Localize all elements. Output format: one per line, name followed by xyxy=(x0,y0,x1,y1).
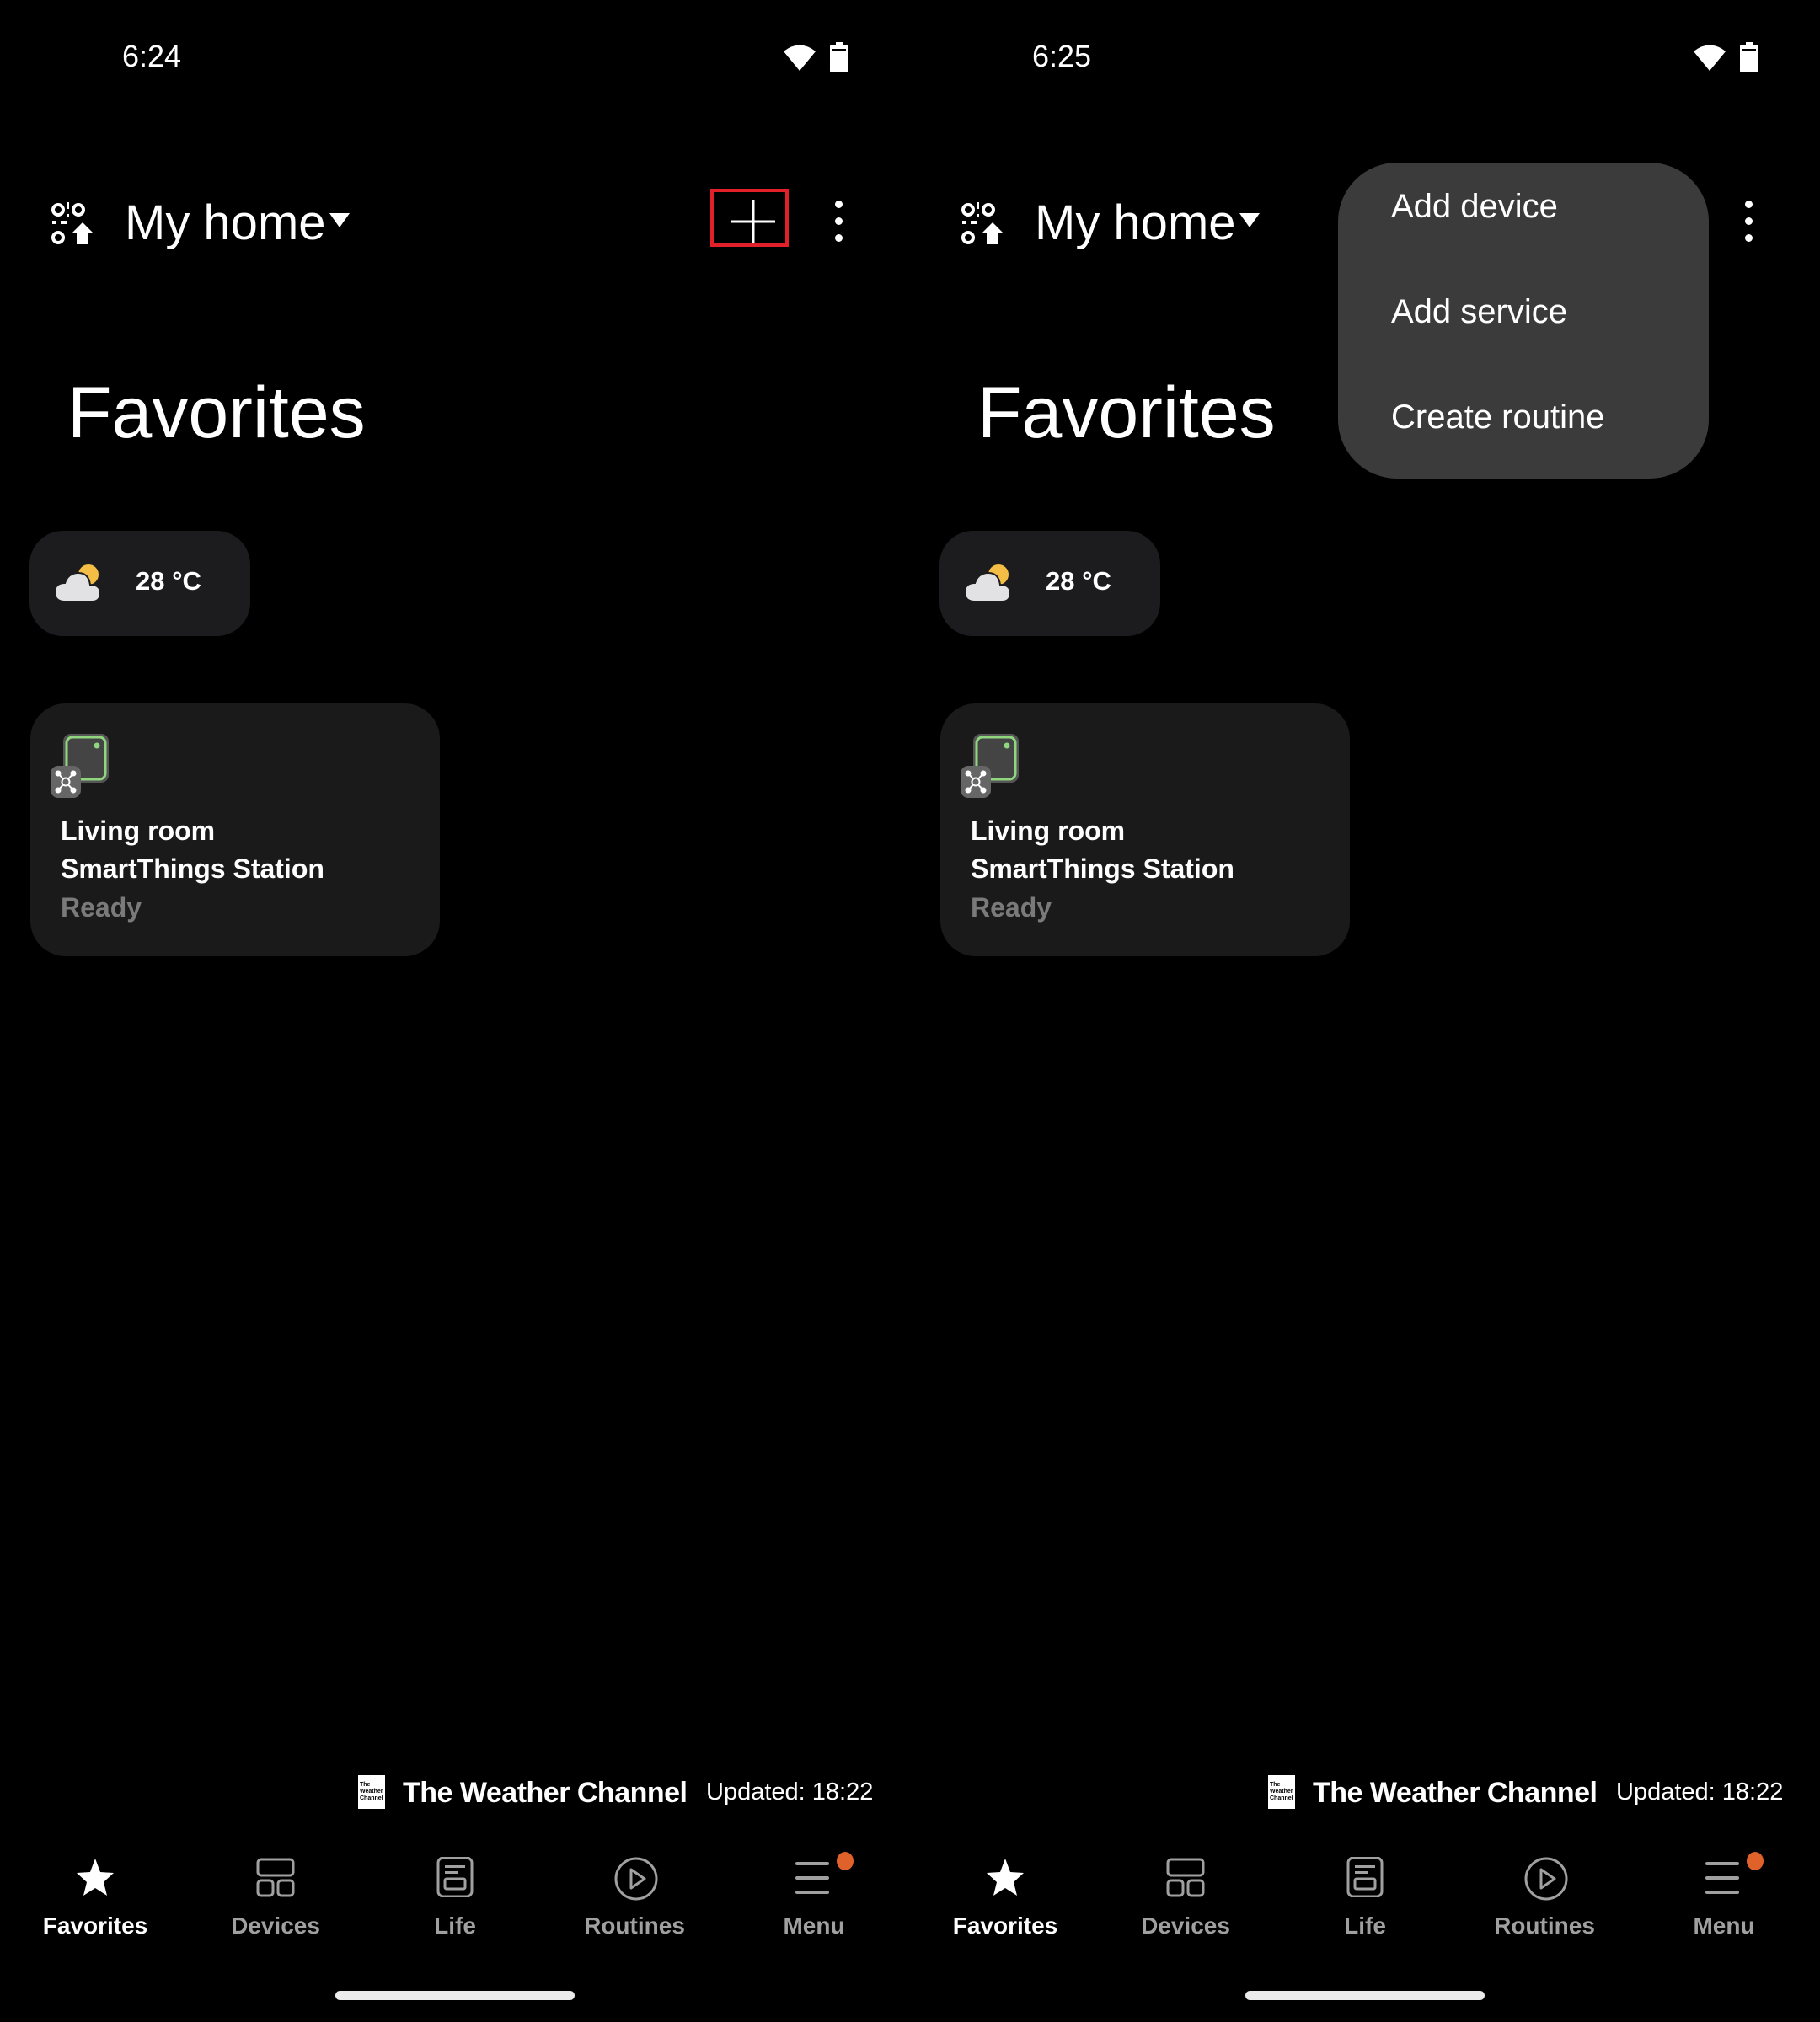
partly-cloudy-icon xyxy=(965,564,1012,602)
weather-provider: The Weather Channel xyxy=(403,1777,688,1809)
more-vert-icon xyxy=(1745,201,1753,208)
screen-before: 6:24 My home Favorites 28 °C Living room… xyxy=(0,0,910,2022)
devices-grid-icon xyxy=(256,1858,295,1897)
battery-icon xyxy=(830,42,848,72)
weather-channel-logo: The Weather Channel xyxy=(1268,1775,1295,1809)
device-room: Living room xyxy=(61,816,216,846)
nav-routines[interactable]: Routines xyxy=(550,1845,719,1946)
life-icon xyxy=(1346,1857,1384,1897)
status-time: 6:25 xyxy=(1032,39,1092,73)
status-time: 6:24 xyxy=(122,39,182,73)
star-icon xyxy=(987,1859,1024,1896)
weather-temperature: 28 °C xyxy=(136,566,201,596)
nav-label: Menu xyxy=(1693,1912,1755,1939)
bottom-navigation: Favorites Devices Life Routines Menu xyxy=(910,1845,1820,1946)
nav-routines[interactable]: Routines xyxy=(1460,1845,1629,1946)
wifi-icon xyxy=(1694,45,1726,71)
nav-label: Life xyxy=(1344,1912,1386,1939)
nav-devices[interactable]: Devices xyxy=(191,1845,360,1946)
device-room: Living room xyxy=(971,816,1126,846)
more-options-button[interactable] xyxy=(824,195,853,246)
more-vert-icon xyxy=(1745,234,1753,242)
home-indicator[interactable] xyxy=(335,1991,575,2000)
nav-label: Menu xyxy=(783,1912,845,1939)
nav-favorites[interactable]: Favorites xyxy=(921,1845,1089,1946)
weather-temperature: 28 °C xyxy=(1046,566,1111,596)
nav-life[interactable]: Life xyxy=(371,1845,539,1946)
device-status: Ready xyxy=(971,892,1052,923)
menu-item-label: Add device xyxy=(1391,188,1558,225)
weather-provider: The Weather Channel xyxy=(1313,1777,1598,1809)
star-icon xyxy=(77,1859,114,1896)
smartthings-station-icon xyxy=(51,734,109,798)
add-popup-menu: Add device Add service Create routine xyxy=(1338,163,1709,479)
updated-time: Updated: 18:22 xyxy=(1616,1779,1784,1805)
updated-time: Updated: 18:22 xyxy=(706,1779,874,1805)
device-card[interactable]: Living room SmartThings Station Ready xyxy=(940,703,1350,956)
plus-icon xyxy=(731,200,775,243)
device-name: SmartThings Station xyxy=(61,853,324,884)
top-app-bar: My home xyxy=(0,185,910,261)
caret-down-icon[interactable] xyxy=(329,213,350,227)
devices-grid-icon xyxy=(1166,1858,1205,1897)
weather-channel-logo: The Weather Channel xyxy=(358,1775,385,1809)
menu-icon xyxy=(795,1862,829,1894)
play-circle-icon xyxy=(1524,1857,1568,1901)
nav-favorites[interactable]: Favorites xyxy=(11,1845,179,1946)
weather-attribution: The Weather Channel The Weather Channel … xyxy=(0,1773,910,1814)
home-location-icon[interactable] xyxy=(51,202,94,246)
page-title: Favorites xyxy=(977,372,1276,453)
battery-icon xyxy=(1740,42,1758,72)
more-options-button[interactable] xyxy=(1734,195,1763,246)
device-name: SmartThings Station xyxy=(971,853,1234,884)
notification-badge xyxy=(837,1852,854,1870)
page-title: Favorites xyxy=(67,372,366,453)
more-vert-icon xyxy=(835,201,843,208)
weather-attribution: The Weather Channel The Weather Channel … xyxy=(910,1773,1820,1814)
menu-item-create-routine[interactable]: Create routine xyxy=(1338,373,1709,466)
home-selector[interactable]: My home xyxy=(1035,194,1236,253)
nav-label: Favorites xyxy=(952,1912,1058,1939)
device-card[interactable]: Living room SmartThings Station Ready xyxy=(30,703,440,956)
nav-label: Routines xyxy=(1494,1912,1595,1939)
home-selector[interactable]: My home xyxy=(125,194,326,253)
notification-badge xyxy=(1747,1852,1764,1870)
caret-down-icon[interactable] xyxy=(1239,213,1260,227)
device-status: Ready xyxy=(61,892,142,923)
weather-chip[interactable]: 28 °C xyxy=(939,531,1160,636)
nav-label: Favorites xyxy=(42,1912,148,1939)
menu-item-add-device[interactable]: Add device xyxy=(1338,163,1709,255)
more-vert-icon xyxy=(835,217,843,225)
life-icon xyxy=(436,1857,474,1897)
add-button[interactable] xyxy=(710,189,789,247)
nav-menu[interactable]: Menu xyxy=(730,1845,898,1946)
menu-item-label: Add service xyxy=(1391,293,1567,330)
nav-life[interactable]: Life xyxy=(1281,1845,1449,1946)
bottom-navigation: Favorites Devices Life Routines Menu xyxy=(0,1845,910,1946)
nav-label: Routines xyxy=(584,1912,685,1939)
home-indicator[interactable] xyxy=(1245,1991,1485,2000)
weather-chip[interactable]: 28 °C xyxy=(29,531,250,636)
nav-label: Life xyxy=(434,1912,476,1939)
nav-devices[interactable]: Devices xyxy=(1101,1845,1270,1946)
nav-menu[interactable]: Menu xyxy=(1640,1845,1808,1946)
nav-label: Devices xyxy=(231,1912,320,1939)
menu-item-label: Create routine xyxy=(1391,399,1605,436)
more-vert-icon xyxy=(835,234,843,242)
home-location-icon[interactable] xyxy=(961,202,1004,246)
screen-after: 6:25 My home Favorites 28 °C Living room… xyxy=(910,0,1820,2022)
play-circle-icon xyxy=(614,1857,658,1901)
wifi-icon xyxy=(784,45,816,71)
menu-item-add-service[interactable]: Add service xyxy=(1338,268,1709,361)
smartthings-station-icon xyxy=(961,734,1019,798)
menu-icon xyxy=(1705,1862,1739,1894)
nav-label: Devices xyxy=(1141,1912,1230,1939)
more-vert-icon xyxy=(1745,217,1753,225)
partly-cloudy-icon xyxy=(55,564,102,602)
